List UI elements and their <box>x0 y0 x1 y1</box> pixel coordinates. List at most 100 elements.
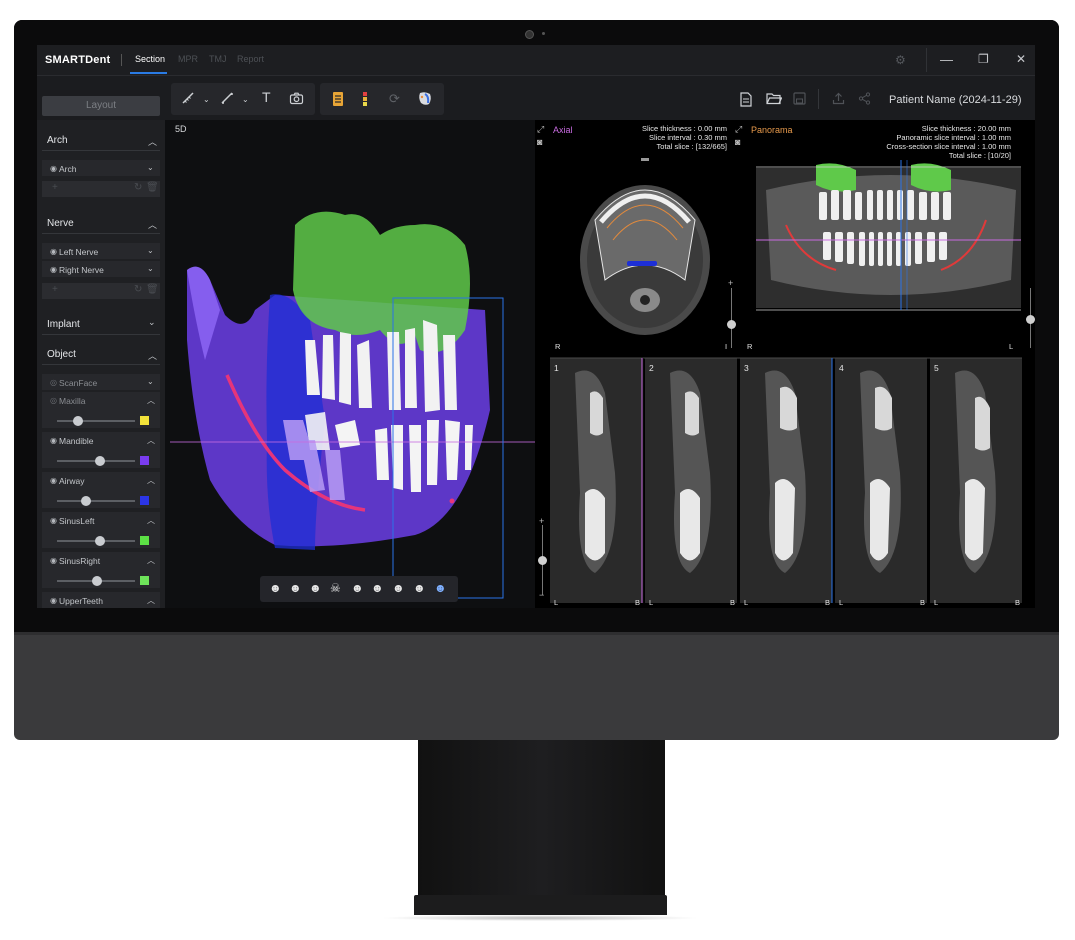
ruler-dropdown-chevron-icon[interactable]: ⌄ <box>203 95 210 104</box>
maxilla-color-swatch[interactable] <box>140 416 149 425</box>
sinus-right-opacity-knob[interactable] <box>92 576 102 586</box>
oblique-right-icon[interactable]: ☻ <box>371 581 384 595</box>
camera-icon[interactable]: ◙ <box>735 137 740 147</box>
sinus-left-color-swatch[interactable] <box>140 536 149 545</box>
pano-orient-right: L <box>1009 342 1014 351</box>
view-panorama[interactable]: Panorama ⤢ ◙ Slice thickness : 20.00 mm … <box>735 120 1035 353</box>
chevron-up-icon[interactable]: ︿ <box>147 595 155 606</box>
zoom-in-icon[interactable]: + <box>539 516 544 526</box>
tab-mpr[interactable]: MPR <box>178 54 198 64</box>
chevron-up-icon[interactable]: ︿ <box>147 395 155 406</box>
restore-button[interactable]: ❐ <box>978 52 989 66</box>
reset-view-icon[interactable]: ⟳ <box>389 91 400 107</box>
implant-expand-chevron-icon[interactable]: ⌄ <box>148 317 156 328</box>
chevron-down-icon[interactable]: ⌄ <box>147 246 154 255</box>
text-icon[interactable]: T <box>262 89 271 105</box>
airway-color-swatch[interactable] <box>140 496 149 505</box>
eye-icon[interactable]: ◉ <box>50 516 57 525</box>
nerve-collapse-chevron-icon[interactable]: ︿ <box>148 218 157 231</box>
file-icon[interactable] <box>740 92 752 110</box>
eye-icon[interactable]: ◉ <box>50 247 57 256</box>
maxilla-opacity-slider[interactable] <box>57 420 135 422</box>
export-icon[interactable] <box>832 92 845 108</box>
object-collapse-chevron-icon[interactable]: ︿ <box>148 349 157 362</box>
open-folder-icon[interactable] <box>766 92 783 108</box>
zoom-in-icon[interactable]: + <box>728 278 733 288</box>
expand-icon[interactable]: ⤢ <box>537 124 544 135</box>
add-icon[interactable]: + <box>52 284 58 295</box>
share-icon[interactable] <box>858 92 871 108</box>
view-axial[interactable]: Axial ⤢ ◙ Slice thickness : 0.00 mm Slic… <box>535 120 741 353</box>
tab-tmj[interactable]: TMJ <box>209 54 227 64</box>
airway-opacity-knob[interactable] <box>81 496 91 506</box>
brand-divider <box>121 54 122 66</box>
eye-hidden-icon[interactable]: ◎ <box>50 378 57 387</box>
cs5-orient-right: B <box>1015 598 1021 607</box>
camera-icon[interactable] <box>289 91 304 108</box>
tab-report[interactable]: Report <box>237 54 264 64</box>
mandible-opacity-knob[interactable] <box>95 456 105 466</box>
eye-icon[interactable]: ◉ <box>50 596 57 605</box>
ruler-icon[interactable] <box>181 91 195 108</box>
view-cross-sections[interactable] <box>535 353 1035 608</box>
refresh-icon[interactable]: ↻ <box>134 182 142 193</box>
right-view-icon[interactable]: ☻ <box>309 581 322 595</box>
chevron-down-icon[interactable]: ⌄ <box>147 163 154 172</box>
minimize-button[interactable]: — <box>940 52 953 67</box>
chevron-up-icon[interactable]: ︿ <box>147 515 155 526</box>
axial-slice-knob[interactable] <box>727 320 736 329</box>
refresh-icon[interactable]: ↻ <box>134 284 142 295</box>
tab-section[interactable]: Section <box>135 54 165 64</box>
panorama-info: Slice thickness : 20.00 mm Panoramic sli… <box>821 124 1011 160</box>
front-view-icon[interactable]: ☻ <box>269 581 282 595</box>
nerve-add-bar: + ↻ 🗑 <box>42 283 160 299</box>
zoom-out-icon[interactable]: − <box>539 590 544 600</box>
camera-icon[interactable]: ◙ <box>537 137 542 147</box>
eye-icon[interactable]: ◉ <box>50 265 57 274</box>
save-icon[interactable] <box>793 92 806 108</box>
back-view-icon[interactable]: ☻ <box>392 581 405 595</box>
top-view-icon[interactable]: ☠ <box>330 581 341 595</box>
eye-icon[interactable]: ◉ <box>50 556 57 565</box>
color-bar-icon[interactable] <box>362 91 368 110</box>
expand-icon[interactable]: ⤢ <box>735 124 742 135</box>
document-layer-icon[interactable] <box>331 91 345 110</box>
face-scan-icon[interactable] <box>417 91 433 109</box>
airway-opacity-slider[interactable] <box>57 500 135 502</box>
chevron-up-icon[interactable]: ︿ <box>147 555 155 566</box>
custom-view-icon[interactable]: ☻ <box>434 581 447 595</box>
section-divider <box>42 233 160 234</box>
cross-section-slider-knob[interactable] <box>538 556 547 565</box>
delete-icon[interactable]: 🗑 <box>146 284 159 295</box>
angle-dropdown-chevron-icon[interactable]: ⌄ <box>242 95 249 104</box>
mandible-color-swatch[interactable] <box>140 456 149 465</box>
delete-icon[interactable]: 🗑 <box>146 182 159 193</box>
axial-slice-slider[interactable] <box>731 288 732 348</box>
layout-button[interactable]: Layout <box>42 96 160 116</box>
arch-collapse-chevron-icon[interactable]: ︿ <box>148 135 157 148</box>
chevron-down-icon[interactable]: ⌄ <box>147 377 154 386</box>
chevron-up-icon[interactable]: ︿ <box>147 475 155 486</box>
eye-icon[interactable]: ◉ <box>50 436 57 445</box>
pano-slice-thickness: Slice thickness : 20.00 mm <box>921 124 1011 133</box>
angle-measure-icon[interactable] <box>220 91 234 108</box>
sinus-left-opacity-knob[interactable] <box>95 536 105 546</box>
panorama-slice-knob[interactable] <box>1026 315 1035 324</box>
add-icon[interactable]: + <box>52 182 58 193</box>
maxilla-opacity-knob[interactable] <box>73 416 83 426</box>
view-3d[interactable]: 5D <box>165 120 535 608</box>
chevron-down-icon[interactable]: ⌄ <box>147 264 154 273</box>
stand-shadow <box>380 915 700 921</box>
settings-gear-icon[interactable]: ⚙ <box>895 53 906 67</box>
eye-icon[interactable]: ◉ <box>50 164 57 173</box>
chevron-up-icon[interactable]: ︿ <box>147 435 155 446</box>
oblique-left-icon[interactable]: ☻ <box>351 581 364 595</box>
right-nerve-label: Right Nerve <box>59 265 104 275</box>
left-view-icon[interactable]: ☻ <box>289 581 302 595</box>
eye-icon[interactable]: ◉ <box>50 476 57 485</box>
close-button[interactable]: ✕ <box>1016 52 1026 66</box>
bottom-view-icon[interactable]: ☻ <box>413 581 426 595</box>
scanface-label: ScanFace <box>59 378 98 388</box>
eye-hidden-icon[interactable]: ◎ <box>50 396 57 405</box>
sinus-right-color-swatch[interactable] <box>140 576 149 585</box>
